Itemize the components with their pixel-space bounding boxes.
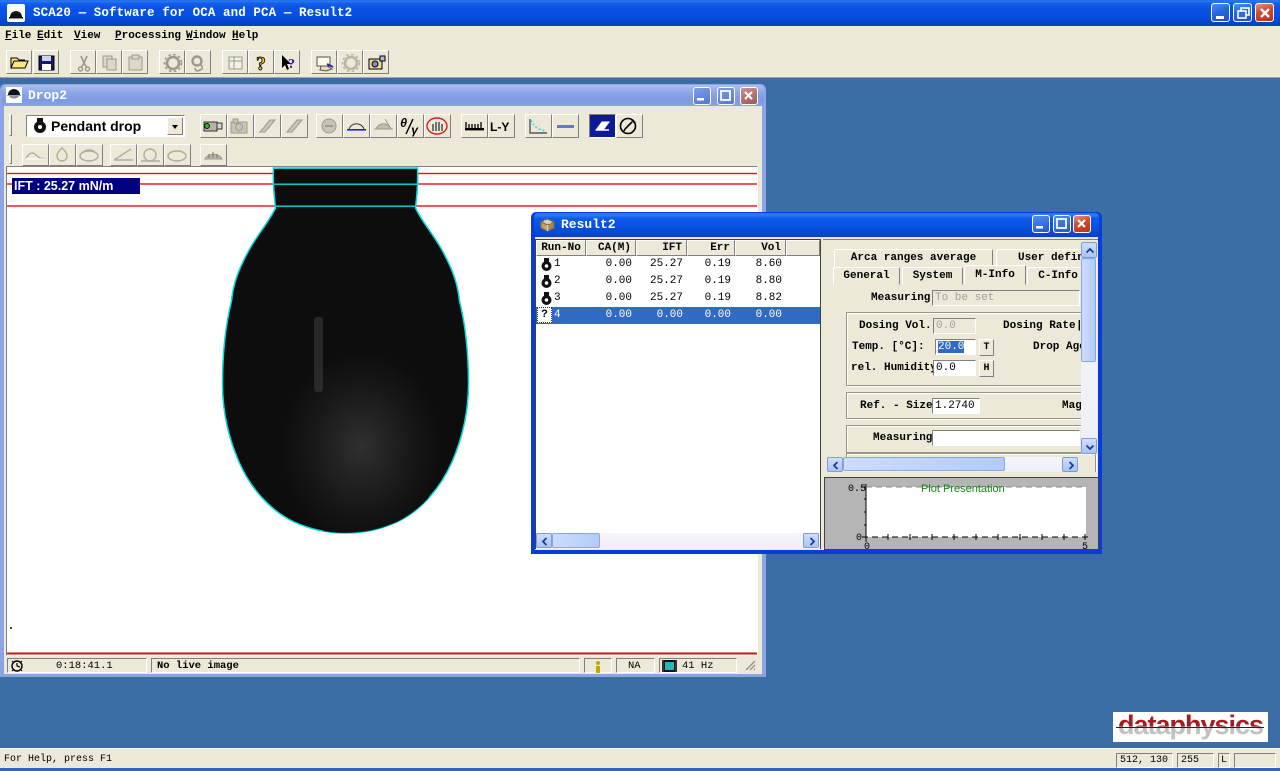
svg-text:L-Y: L-Y — [490, 120, 509, 134]
svg-text:?: ? — [288, 57, 295, 72]
svg-text:γ: γ — [411, 124, 419, 137]
svg-text:Plot Presentation: Plot Presentation — [921, 483, 1005, 495]
svg-text:0: 0 — [856, 533, 862, 544]
svg-text:0: 0 — [864, 542, 870, 550]
svg-text:?: ? — [256, 53, 266, 74]
svg-text:0.5: 0.5 — [848, 484, 866, 495]
svg-text:θ: θ — [400, 117, 407, 131]
svg-text:5: 5 — [1082, 542, 1088, 550]
